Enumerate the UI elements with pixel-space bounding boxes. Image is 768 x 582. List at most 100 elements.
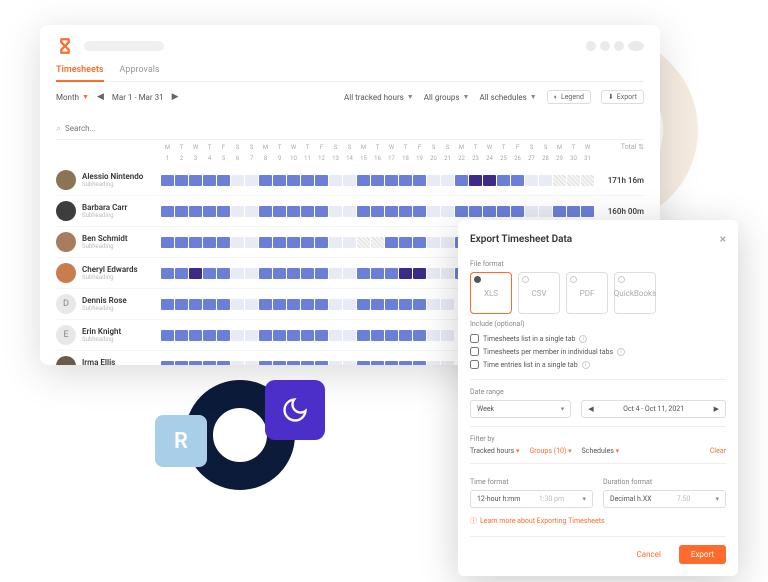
include-option[interactable]: Time entries list in a single tabi [470, 358, 726, 371]
day-cell[interactable] [287, 299, 300, 310]
date-range-select[interactable]: ◀Oct 4 - Oct 11, 2021▶ [581, 400, 726, 418]
cancel-button[interactable]: Cancel [627, 545, 671, 564]
day-cell[interactable] [357, 175, 370, 186]
day-cell[interactable] [189, 330, 202, 341]
day-cell[interactable] [357, 299, 370, 310]
legend-button[interactable]: ◐Legend [547, 90, 591, 104]
day-cell[interactable] [469, 206, 482, 217]
day-cell[interactable] [413, 237, 426, 248]
day-cell[interactable] [399, 206, 412, 217]
member-row[interactable]: Alessio NintendoSubheading171h 16m [56, 165, 644, 196]
day-cell[interactable] [441, 268, 454, 279]
day-cell[interactable] [301, 237, 314, 248]
day-cell[interactable] [315, 206, 328, 217]
day-cell[interactable] [231, 268, 244, 279]
day-cell[interactable] [511, 175, 524, 186]
day-cell[interactable] [287, 237, 300, 248]
day-cell[interactable] [175, 268, 188, 279]
day-cell[interactable] [525, 206, 538, 217]
period-select[interactable]: Month▼ [56, 93, 89, 102]
day-cell[interactable] [371, 361, 384, 366]
day-cell[interactable] [427, 237, 440, 248]
day-cell[interactable] [455, 175, 468, 186]
day-cell[interactable] [567, 206, 580, 217]
day-cell[interactable] [357, 361, 370, 366]
day-cell[interactable] [329, 361, 342, 366]
search-input[interactable] [65, 124, 165, 133]
day-cell[interactable] [231, 330, 244, 341]
day-cell[interactable] [189, 361, 202, 366]
day-cell[interactable] [161, 268, 174, 279]
day-cell[interactable] [175, 237, 188, 248]
day-cell[interactable] [371, 175, 384, 186]
day-cell[interactable] [259, 361, 272, 366]
day-cell[interactable] [441, 206, 454, 217]
day-cell[interactable] [441, 175, 454, 186]
day-cell[interactable] [189, 206, 202, 217]
day-cell[interactable] [175, 299, 188, 310]
day-cell[interactable] [385, 268, 398, 279]
day-cell[interactable] [203, 175, 216, 186]
time-format-select[interactable]: 12-hour h:mm1:30 pm▾ [470, 490, 593, 508]
clear-filters[interactable]: Clear [710, 447, 726, 455]
day-cell[interactable] [161, 206, 174, 217]
day-cell[interactable] [301, 175, 314, 186]
day-cell[interactable] [315, 330, 328, 341]
day-cell[interactable] [427, 268, 440, 279]
day-cell[interactable] [273, 206, 286, 217]
day-cell[interactable] [231, 206, 244, 217]
day-cell[interactable] [315, 237, 328, 248]
day-cell[interactable] [301, 330, 314, 341]
day-cell[interactable] [175, 175, 188, 186]
day-cell[interactable] [301, 299, 314, 310]
day-cell[interactable] [525, 175, 538, 186]
day-cell[interactable] [441, 361, 454, 366]
day-cell[interactable] [315, 175, 328, 186]
day-cell[interactable] [245, 361, 258, 366]
day-cell[interactable] [441, 299, 454, 310]
day-cell[interactable] [371, 268, 384, 279]
day-cell[interactable] [189, 175, 202, 186]
day-cell[interactable] [273, 268, 286, 279]
day-cell[interactable] [231, 299, 244, 310]
format-option[interactable]: XLS [470, 272, 512, 314]
day-cell[interactable] [581, 206, 594, 217]
filter-groups-modal[interactable]: Groups (10) ▾ [529, 447, 571, 455]
day-cell[interactable] [343, 237, 356, 248]
day-cell[interactable] [273, 330, 286, 341]
day-cell[interactable] [259, 237, 272, 248]
day-cell[interactable] [287, 361, 300, 366]
day-cell[interactable] [161, 361, 174, 366]
day-cell[interactable] [329, 299, 342, 310]
day-cell[interactable] [399, 237, 412, 248]
learn-more-link[interactable]: ⓘLearn more about Exporting Timesheets [470, 516, 726, 526]
day-cell[interactable] [413, 206, 426, 217]
day-cell[interactable] [427, 299, 440, 310]
day-cell[interactable] [581, 175, 594, 186]
day-cell[interactable] [413, 330, 426, 341]
day-cell[interactable] [175, 330, 188, 341]
day-cell[interactable] [217, 299, 230, 310]
filter-hours-modal[interactable]: Tracked hours ▾ [470, 447, 519, 455]
day-cell[interactable] [385, 237, 398, 248]
day-cell[interactable] [203, 330, 216, 341]
day-cell[interactable] [343, 299, 356, 310]
tab-timesheets[interactable]: Timesheets [56, 65, 104, 82]
day-cell[interactable] [413, 361, 426, 366]
day-cell[interactable] [259, 330, 272, 341]
day-cell[interactable] [175, 206, 188, 217]
day-cell[interactable] [231, 175, 244, 186]
day-cell[interactable] [357, 237, 370, 248]
day-cell[interactable] [259, 206, 272, 217]
day-cell[interactable] [189, 299, 202, 310]
day-cell[interactable] [161, 330, 174, 341]
day-cell[interactable] [273, 299, 286, 310]
day-cell[interactable] [231, 237, 244, 248]
day-cell[interactable] [287, 175, 300, 186]
day-cell[interactable] [427, 206, 440, 217]
day-cell[interactable] [315, 299, 328, 310]
include-option[interactable]: Timesheets per member in individual tabs… [470, 345, 726, 358]
day-cell[interactable] [469, 175, 482, 186]
day-cell[interactable] [217, 237, 230, 248]
day-cell[interactable] [483, 206, 496, 217]
